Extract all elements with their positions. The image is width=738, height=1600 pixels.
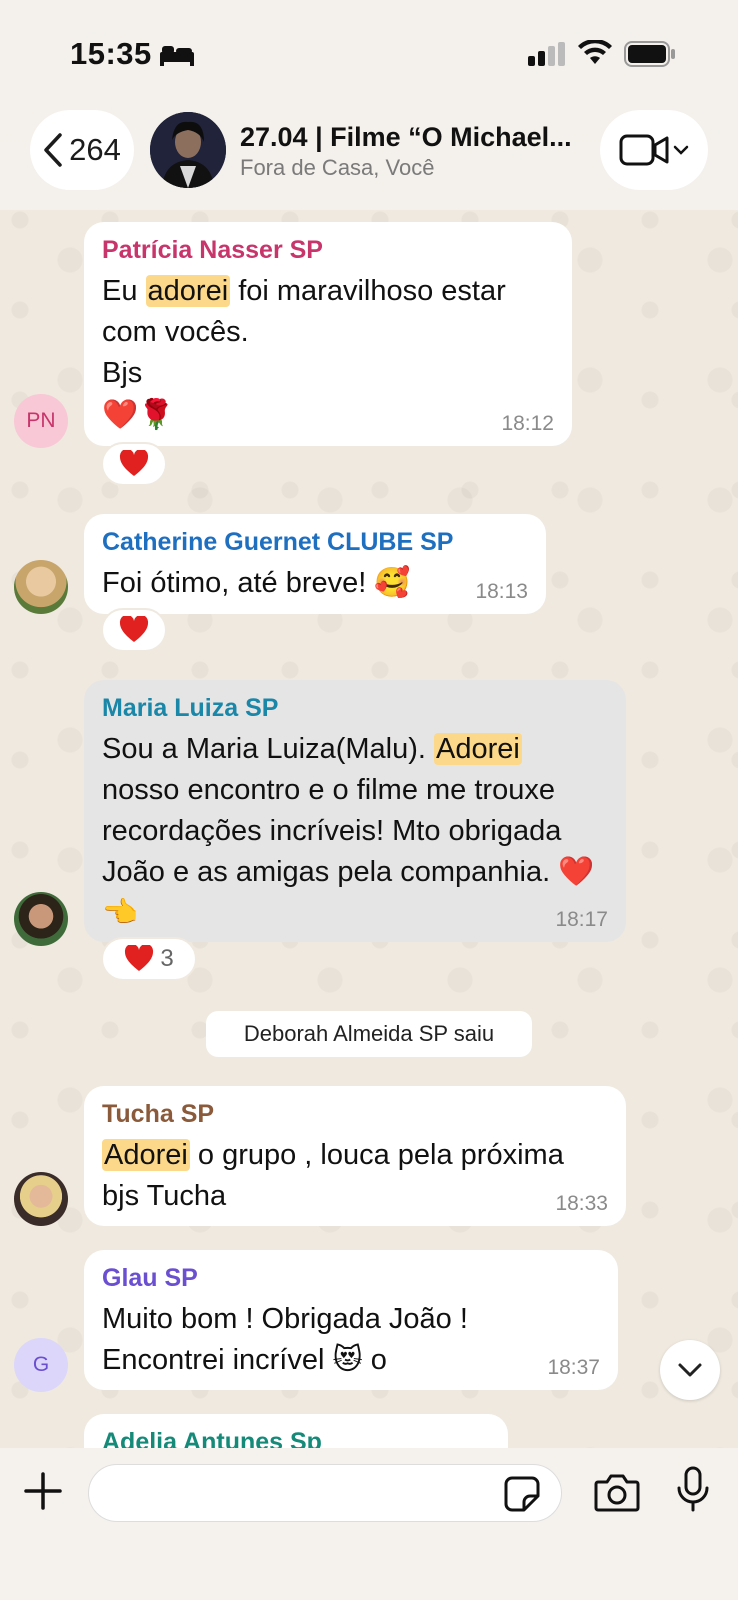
reaction-badge[interactable]: 3 [101, 937, 197, 981]
sender-name[interactable]: Maria Luiza SP [102, 694, 608, 723]
group-avatar-image [150, 112, 226, 188]
plus-icon[interactable] [22, 1470, 64, 1512]
battery-icon [624, 41, 675, 67]
message-bubble[interactable]: Patrícia Nasser SP Eu adorei foi maravil… [84, 222, 572, 446]
reaction-count: 3 [160, 945, 174, 972]
status-time: 15:35 [70, 36, 152, 71]
heart-icon [119, 450, 149, 476]
wifi-icon [578, 40, 612, 64]
unread-count: 264 [69, 132, 121, 167]
camera-icon[interactable] [594, 1472, 640, 1512]
heart-icon [125, 945, 154, 971]
message-text: Sou a Maria Luiza(Malu). Adorei nosso en… [102, 733, 595, 929]
message-bubble[interactable]: Tucha SP Adorei o grupo , louca pela pró… [84, 1086, 626, 1226]
search-highlight: Adorei [434, 733, 522, 765]
cellular-signal-icon [528, 42, 565, 66]
search-highlight: adorei [145, 275, 231, 307]
sticker-icon[interactable] [504, 1476, 540, 1512]
scroll-to-bottom-button[interactable] [660, 1340, 720, 1400]
message-bubble[interactable]: Catherine Guernet CLUBE SP Foi ótimo, at… [84, 514, 546, 614]
reaction-badge[interactable] [101, 608, 167, 652]
message-time: 18:37 [547, 1356, 600, 1379]
video-camera-icon [619, 134, 669, 166]
chat-header: 15:35 264 27.04 | Filme “O Michael... Fo… [0, 0, 738, 210]
sender-name[interactable]: Tucha SP [102, 1100, 608, 1129]
message-time: 18:12 [501, 412, 554, 435]
avatar[interactable] [14, 560, 68, 614]
group-avatar[interactable] [150, 112, 226, 188]
avatar[interactable]: G [14, 1338, 68, 1392]
message-text: Muito bom ! Obrigada João ! Encontrei in… [102, 1303, 468, 1376]
reaction-badge[interactable] [101, 442, 167, 486]
back-button[interactable]: 264 [30, 110, 134, 190]
chevron-left-icon [44, 133, 62, 167]
chevron-down-icon [678, 1363, 702, 1377]
avatar[interactable]: PN [14, 394, 68, 448]
message-bubble[interactable]: Glau SP Muito bom ! Obrigada João ! Enco… [84, 1250, 618, 1390]
message-time: 18:33 [555, 1192, 608, 1215]
microphone-icon[interactable] [676, 1466, 710, 1514]
message-text: Adorei o grupo , louca pela próxima bjs … [102, 1139, 564, 1212]
message-time: 18:13 [475, 580, 528, 603]
message-input[interactable] [88, 1464, 562, 1522]
avatar[interactable] [14, 892, 68, 946]
message-text: Eu adorei foi maravilhoso estar com você… [102, 275, 506, 431]
message-time: 18:17 [555, 908, 608, 931]
message-bubble[interactable]: Maria Luiza SP Sou a Maria Luiza(Malu). … [84, 680, 626, 942]
sleep-focus-icon [160, 46, 194, 66]
sender-name[interactable]: Glau SP [102, 1264, 600, 1293]
avatar[interactable] [14, 1172, 68, 1226]
sender-name[interactable]: Catherine Guernet CLUBE SP [102, 528, 528, 557]
video-call-button[interactable] [600, 110, 708, 190]
search-highlight: Adorei [102, 1139, 190, 1171]
message-text: Foi ótimo, até breve! 🥰 [102, 567, 411, 599]
system-message: Deborah Almeida SP saiu [206, 1011, 532, 1057]
heart-icon [119, 616, 149, 642]
sender-name[interactable]: Patrícia Nasser SP [102, 236, 554, 265]
group-participants[interactable]: Fora de Casa, Você [240, 155, 434, 181]
chevron-down-icon [673, 145, 689, 155]
group-title[interactable]: 27.04 | Filme “O Michael... [240, 122, 570, 153]
